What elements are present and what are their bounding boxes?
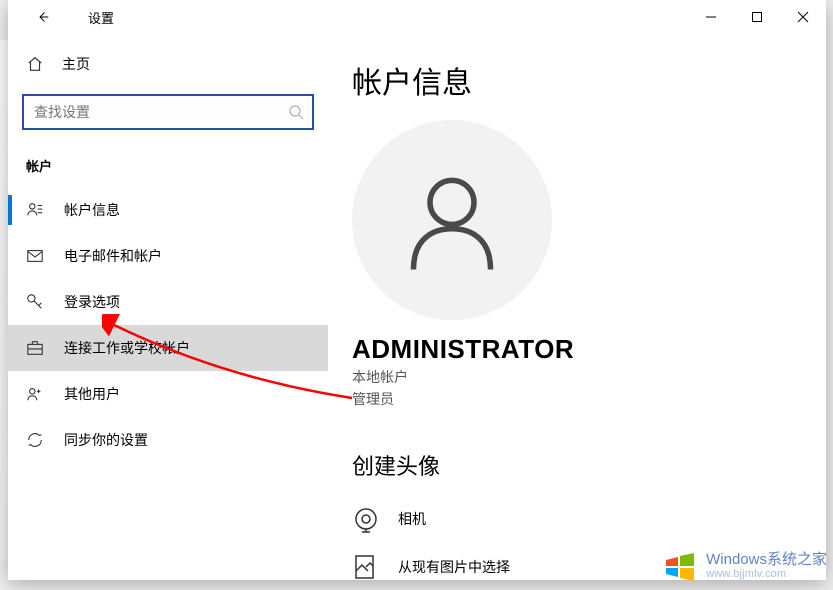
close-icon xyxy=(797,11,809,23)
sidebar-item-label: 连接工作或学校帐户 xyxy=(64,338,190,358)
titlebar: 设置 xyxy=(8,0,826,34)
window-title: 设置 xyxy=(88,8,114,27)
browse-icon xyxy=(352,553,380,580)
avatar-circle xyxy=(352,120,552,320)
background-edge xyxy=(0,40,8,560)
windows-logo-icon xyxy=(660,546,700,586)
watermark-text: Windows系统之家 www.bjjmlv.com xyxy=(706,552,827,581)
other-users-icon xyxy=(26,385,44,403)
maximize-button[interactable] xyxy=(734,0,780,34)
account-role: 管理员 xyxy=(352,389,826,409)
home-button[interactable]: 主页 xyxy=(8,44,328,84)
page-title: 帐户信息 xyxy=(352,58,826,102)
search-box[interactable] xyxy=(22,94,314,130)
avatar-option-label: 相机 xyxy=(398,509,426,529)
main-content: 帐户信息 ADMINISTRATOR 本地帐户 管理员 创建头像 相机 xyxy=(328,34,826,580)
watermark-brand: Windows xyxy=(706,551,767,568)
avatar-option-camera[interactable]: 相机 xyxy=(352,495,826,543)
home-icon xyxy=(26,55,44,73)
minimize-icon xyxy=(705,11,717,23)
sidebar-section-label: 帐户 xyxy=(8,146,328,187)
account-info-icon xyxy=(26,201,44,219)
sidebar-item-label: 登录选项 xyxy=(64,292,120,312)
sidebar-item-sync[interactable]: 同步你的设置 xyxy=(8,417,328,463)
titlebar-left: 设置 xyxy=(20,0,114,34)
username: ADMINISTRATOR xyxy=(352,334,826,365)
back-button[interactable] xyxy=(20,0,66,34)
titlebar-right xyxy=(688,0,826,34)
account-type: 本地帐户 xyxy=(352,367,826,387)
watermark-suffix: 系统之家 xyxy=(767,551,827,568)
sync-icon xyxy=(26,431,44,449)
sidebar-item-label: 其他用户 xyxy=(64,384,120,404)
maximize-icon xyxy=(751,11,763,23)
sidebar-item-email[interactable]: 电子邮件和帐户 xyxy=(8,233,328,279)
close-button[interactable] xyxy=(780,0,826,34)
sidebar-item-other-users[interactable]: 其他用户 xyxy=(8,371,328,417)
avatar-option-label: 从现有图片中选择 xyxy=(398,557,510,577)
email-icon xyxy=(26,247,44,265)
sidebar-item-account-info[interactable]: 帐户信息 xyxy=(8,187,328,233)
key-icon xyxy=(26,293,44,311)
watermark: Windows系统之家 www.bjjmlv.com xyxy=(660,546,827,586)
window-body: 主页 帐户 帐户信息 xyxy=(8,34,826,580)
minimize-button[interactable] xyxy=(688,0,734,34)
search-wrap xyxy=(8,84,328,146)
watermark-domain: www.bjjmlv.com xyxy=(706,568,827,580)
back-arrow-icon xyxy=(37,11,49,23)
sidebar-item-label: 帐户信息 xyxy=(64,200,120,220)
camera-icon xyxy=(352,505,380,533)
sidebar-item-work-school[interactable]: 连接工作或学校帐户 xyxy=(8,325,328,371)
sidebar: 主页 帐户 帐户信息 xyxy=(8,34,328,580)
home-label: 主页 xyxy=(62,54,90,74)
settings-window: 设置 主页 xyxy=(8,0,826,580)
sidebar-item-label: 电子邮件和帐户 xyxy=(64,246,162,266)
briefcase-icon xyxy=(26,339,44,357)
avatar-placeholder-icon xyxy=(397,165,507,275)
avatar-section-title: 创建头像 xyxy=(352,449,826,481)
sidebar-item-signin-options[interactable]: 登录选项 xyxy=(8,279,328,325)
search-input[interactable] xyxy=(34,104,288,120)
sidebar-item-label: 同步你的设置 xyxy=(64,430,148,450)
search-icon xyxy=(288,104,304,120)
